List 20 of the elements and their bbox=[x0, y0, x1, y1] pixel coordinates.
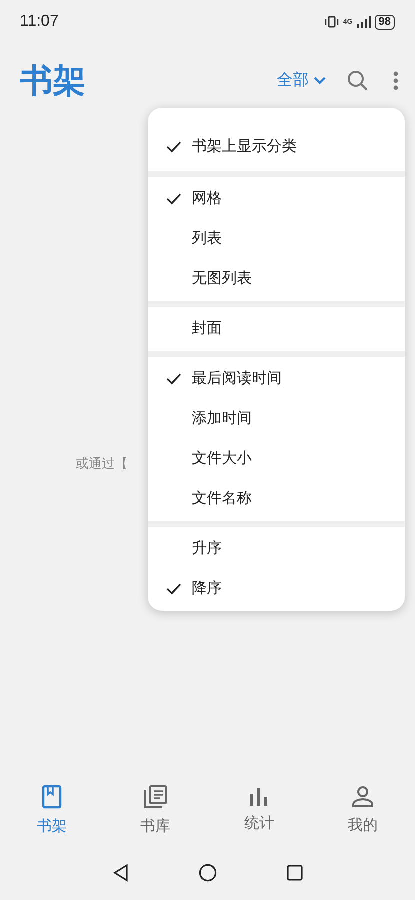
nav-tab[interactable]: 统计 bbox=[208, 770, 312, 853]
page-title: 书架 bbox=[20, 61, 87, 102]
menu-item[interactable]: 书架上显示分类 bbox=[148, 127, 405, 167]
menu-item[interactable]: 列表 bbox=[148, 219, 405, 259]
menu-item[interactable]: 升序 bbox=[148, 529, 405, 569]
menu-item[interactable]: 降序 bbox=[148, 569, 405, 609]
nav-tab[interactable]: 书架 bbox=[0, 770, 104, 853]
menu-item[interactable]: 网格 bbox=[148, 179, 405, 219]
status-time: 11:07 bbox=[20, 12, 59, 32]
menu-item[interactable]: 添加时间 bbox=[148, 399, 405, 439]
menu-item[interactable]: 最后阅读时间 bbox=[148, 359, 405, 399]
menu-item[interactable]: 无图列表 bbox=[148, 259, 405, 299]
empty-hint-text: 或通过【 bbox=[76, 455, 128, 473]
menu-item[interactable]: 文件名称 bbox=[148, 479, 405, 519]
filter-dropdown[interactable]: 全部 bbox=[277, 69, 327, 93]
menu-item[interactable]: 文件大小 bbox=[148, 439, 405, 479]
nav-tab[interactable]: 书库 bbox=[104, 770, 208, 853]
battery-level: 98 bbox=[374, 14, 395, 30]
nav-tab[interactable]: 我的 bbox=[311, 770, 415, 853]
menu-item[interactable]: 封面 bbox=[148, 309, 405, 349]
